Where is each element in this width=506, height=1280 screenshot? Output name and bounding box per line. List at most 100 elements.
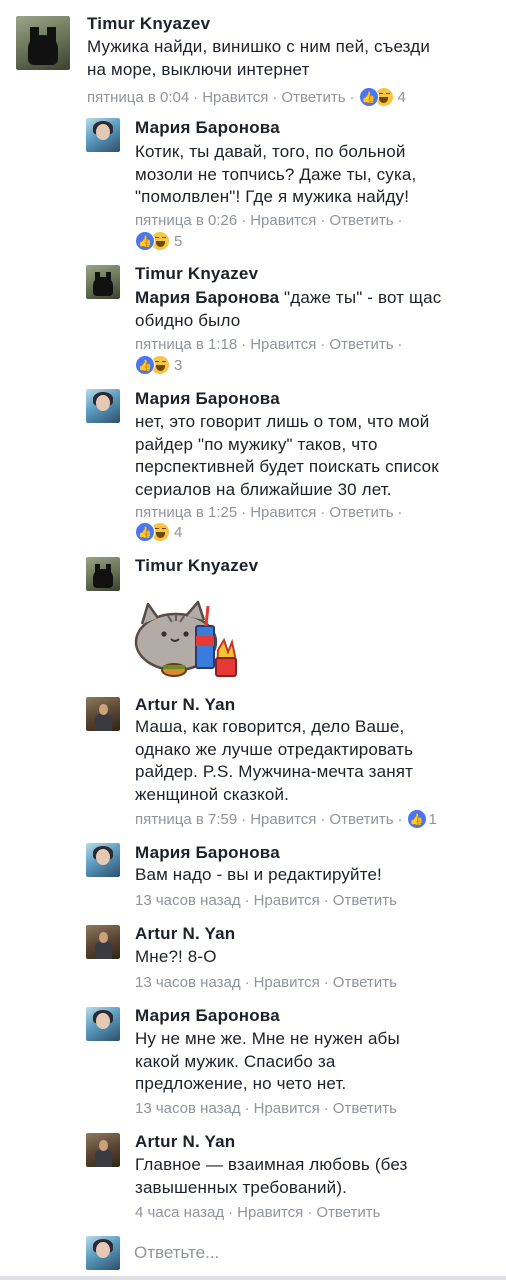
separator: ·	[307, 1204, 313, 1221]
separator: ·	[323, 892, 329, 909]
reaction-count: 1	[428, 810, 437, 828]
reply-link[interactable]: Ответить	[333, 974, 397, 991]
comment-author[interactable]: Timur Knyazev	[135, 556, 258, 576]
comment-time[interactable]: 13 часов назад	[135, 892, 241, 909]
reply-link[interactable]: Ответить	[329, 212, 393, 229]
comment-time[interactable]: 13 часов назад	[135, 1100, 241, 1117]
comment-time[interactable]: пятница в 1:25	[135, 504, 237, 521]
comment-text: Мужика найди, винишко с ним пей, съезди н…	[87, 37, 430, 79]
comment-meta: пятница в 1:18 · Нравится · Ответить ·	[135, 336, 407, 353]
separator: ·	[320, 212, 326, 229]
comment-author[interactable]: Artur N. Yan	[135, 924, 235, 944]
comment-meta: 13 часов назад · Нравится · Ответить	[135, 974, 397, 991]
separator: ·	[244, 1100, 250, 1117]
reactions[interactable]: 👍 5	[135, 231, 182, 251]
separator: ·	[241, 336, 247, 353]
comment-author[interactable]: Мария Баронова	[135, 1006, 280, 1026]
separator: ·	[228, 1204, 234, 1221]
reactions[interactable]: 👍 3	[135, 355, 182, 375]
comment-time[interactable]: пятница в 0:26	[135, 212, 237, 229]
reaction-count: 4	[397, 88, 406, 106]
comment-time[interactable]: 13 часов назад	[135, 974, 241, 991]
avatar[interactable]	[86, 843, 120, 877]
comment-meta: пятница в 0:26 · Нравится · Ответить ·	[135, 212, 407, 229]
like-link[interactable]: Нравится	[250, 212, 316, 229]
avatar[interactable]	[16, 16, 70, 70]
separator: ·	[244, 892, 250, 909]
comment-time[interactable]: 4 часа назад	[135, 1204, 224, 1221]
comment-text: Маша, как говорится, дело Ваше, однако же…	[135, 717, 414, 804]
comment-meta: 4 часа назад · Нравится · Ответить	[135, 1204, 380, 1221]
avatar[interactable]	[86, 697, 120, 731]
comment-time[interactable]: пятница в 7:59	[135, 811, 237, 828]
separator: ·	[241, 212, 247, 229]
reply-input[interactable]: Ответьте...	[134, 1243, 219, 1263]
comment-author[interactable]: Timur Knyazev	[135, 264, 258, 284]
separator: ·	[397, 212, 403, 229]
separator: ·	[244, 974, 250, 991]
like-link[interactable]: Нравится	[254, 974, 320, 991]
avatar[interactable]	[86, 265, 120, 299]
separator: ·	[241, 810, 247, 828]
avatar[interactable]	[86, 925, 120, 959]
separator: ·	[193, 88, 199, 106]
comment-text: Главное — взаимная любовь (без завышенных…	[135, 1155, 408, 1197]
comment-author[interactable]: Мария Баронова	[135, 843, 280, 863]
separator: ·	[397, 336, 403, 353]
like-link[interactable]: Нравится	[250, 811, 316, 828]
separator: ·	[320, 504, 326, 521]
comment-author[interactable]: Artur N. Yan	[135, 695, 235, 715]
reaction-count: 5	[174, 232, 183, 250]
like-link[interactable]: Нравится	[202, 89, 268, 106]
mention-link[interactable]: Мария Баронова	[135, 288, 279, 307]
separator: ·	[241, 504, 247, 521]
avatar[interactable]	[86, 1133, 120, 1167]
like-link[interactable]: Нравится	[237, 1204, 303, 1221]
reactions[interactable]: 👍 4	[135, 522, 182, 542]
reply-link[interactable]: Ответить	[333, 1100, 397, 1117]
pusheen-cat-fastfood-sticker[interactable]	[134, 598, 242, 680]
reactions[interactable]: 👍 1	[406, 809, 437, 829]
reaction-count: 4	[174, 523, 183, 541]
reply-link[interactable]: Ответить	[281, 89, 345, 106]
like-link[interactable]: Нравится	[250, 504, 316, 521]
comment-text: Котик, ты давай, того, по больной мозоли …	[135, 142, 417, 206]
avatar[interactable]	[86, 557, 120, 591]
reply-link[interactable]: Ответить	[329, 336, 393, 353]
comment-author[interactable]: Мария Баронова	[135, 118, 280, 138]
like-reaction-icon: 👍	[135, 231, 155, 251]
avatar[interactable]	[86, 118, 120, 152]
like-reaction-icon: 👍	[406, 809, 427, 829]
comment-text: Мария Баронова "даже ты" - вот щас обидн…	[135, 288, 442, 330]
avatar	[86, 1236, 120, 1270]
reply-link[interactable]: Ответить	[329, 504, 393, 521]
comment-author[interactable]: Artur N. Yan	[135, 1132, 235, 1152]
separator: ·	[323, 1100, 329, 1117]
reactions[interactable]: 👍 4	[358, 87, 406, 107]
like-link[interactable]: Нравится	[254, 892, 320, 909]
avatar[interactable]	[86, 1007, 120, 1041]
separator: ·	[320, 810, 326, 828]
separator: ·	[397, 810, 403, 828]
comment-text: Мне?! 8-О	[135, 947, 217, 966]
avatar[interactable]	[86, 389, 120, 423]
reply-link[interactable]: Ответить	[316, 1204, 380, 1221]
comment-meta: 13 часов назад · Нравится · Ответить	[135, 1100, 397, 1117]
comment-text: Вам надо - вы и редактируйте!	[135, 865, 382, 884]
comment-text: нет, это говорит лишь о том, что мой райд…	[135, 412, 439, 499]
comment-author[interactable]: Timur Knyazev	[87, 14, 210, 34]
reply-composer	[0, 1222, 506, 1280]
like-link[interactable]: Нравится	[254, 1100, 320, 1117]
comment-author[interactable]: Мария Баронова	[135, 389, 280, 409]
comment-time[interactable]: пятница в 0:04	[87, 89, 189, 106]
comment-text: Ну не мне же. Мне не нужен абы какой мужи…	[135, 1029, 400, 1093]
comment-meta: 13 часов назад · Нравится · Ответить	[135, 892, 397, 909]
comment-meta: пятница в 7:59 · Нравится · Ответить · 👍 1	[135, 809, 437, 829]
reply-link[interactable]: Ответить	[329, 811, 393, 828]
divider	[0, 1276, 506, 1280]
reaction-count: 3	[174, 356, 183, 374]
like-link[interactable]: Нравится	[250, 336, 316, 353]
reply-link[interactable]: Ответить	[333, 892, 397, 909]
comment-time[interactable]: пятница в 1:18	[135, 336, 237, 353]
separator: ·	[272, 88, 278, 106]
